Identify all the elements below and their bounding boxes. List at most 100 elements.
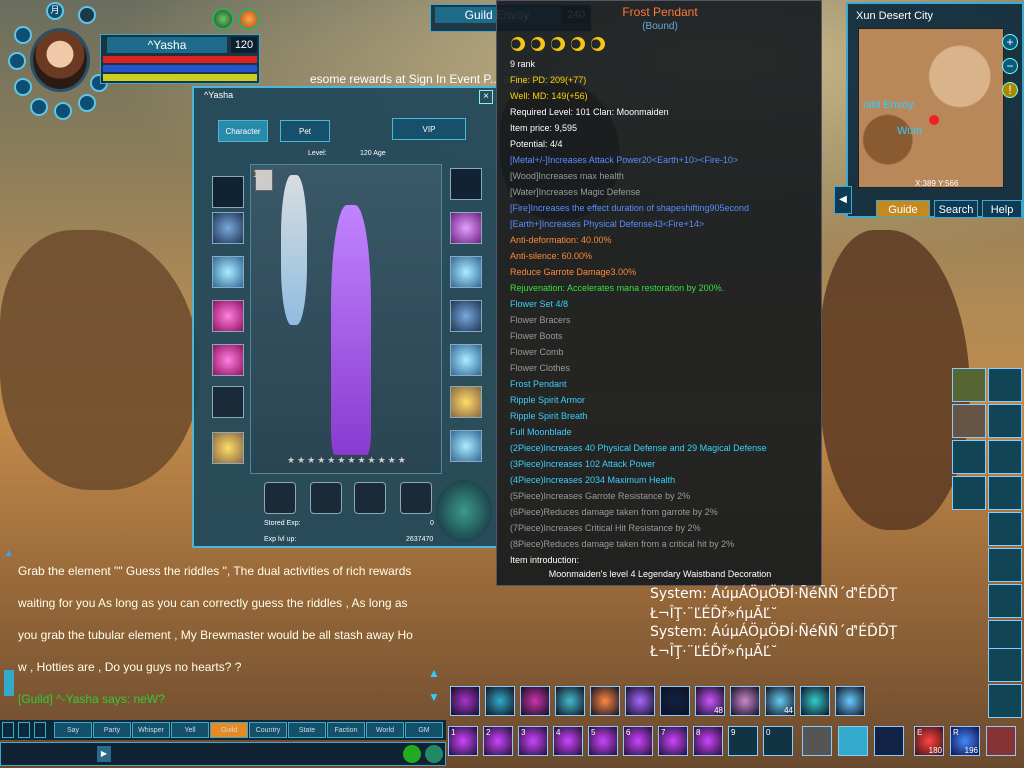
hotkey-slot[interactable]: 6	[623, 726, 653, 756]
ring-button[interactable]	[30, 98, 48, 116]
skill-slot[interactable]	[660, 686, 690, 716]
chat-menu-icon[interactable]	[18, 722, 30, 738]
sword-skill-icon[interactable]	[988, 512, 1022, 546]
chat-tab-state[interactable]: State	[288, 722, 326, 738]
tool-slot[interactable]	[874, 726, 904, 756]
hotkey-slot[interactable]: 8	[693, 726, 723, 756]
skill-slot[interactable]	[520, 686, 550, 716]
chat-tab-party[interactable]: Party	[93, 722, 131, 738]
zoom-out-icon[interactable]: −	[1002, 58, 1018, 74]
close-icon[interactable]: ×	[479, 90, 493, 104]
skill-slot[interactable]: 44	[765, 686, 795, 716]
minimap-view[interactable]: uild Envoy Wuin X:389 Y:566	[858, 28, 1004, 188]
hotkey-slot[interactable]: 7	[658, 726, 688, 756]
chat-resize-handle[interactable]	[4, 670, 14, 696]
mount-menu-icon[interactable]	[952, 440, 986, 474]
warrior-skill-icon[interactable]	[988, 548, 1022, 582]
character-model-view[interactable]: 1 ★★★★★★★★★★★★	[250, 164, 442, 474]
clan-emblem-icon[interactable]	[78, 6, 96, 24]
hotkey-slot[interactable]: 5	[588, 726, 618, 756]
equip-slot-necklace[interactable]	[212, 256, 244, 288]
ring-button[interactable]	[14, 78, 32, 96]
chat-input[interactable]: ▶	[0, 742, 446, 766]
help-button[interactable]: Help	[982, 200, 1022, 218]
bag-icon[interactable]	[988, 584, 1022, 618]
fashion-clothes-button[interactable]	[310, 482, 342, 514]
chat-tab-yell[interactable]: Yell	[171, 722, 209, 738]
skill-slot[interactable]: 48	[695, 686, 725, 716]
send-icon[interactable]	[425, 745, 443, 763]
skills-menu-icon[interactable]	[988, 404, 1022, 438]
spirit-orb-icon[interactable]	[436, 480, 492, 542]
chat-menu-icon[interactable]	[2, 722, 14, 738]
fashion-weapon-button[interactable]	[354, 482, 386, 514]
chat-tab-faction[interactable]: Faction	[327, 722, 365, 738]
hotkey-slot[interactable]: 1	[448, 726, 478, 756]
fashion-misc-button[interactable]	[400, 482, 432, 514]
chat-tab-whisper[interactable]: Whisper	[132, 722, 170, 738]
ring-button[interactable]	[54, 102, 72, 120]
hotkey-slot[interactable]: 4	[553, 726, 583, 756]
buff-icon[interactable]	[238, 8, 260, 30]
fashion-armor-button[interactable]	[264, 482, 296, 514]
equip-slot-ornament[interactable]	[450, 430, 482, 462]
tab-pet[interactable]: Pet	[280, 120, 330, 142]
tab-character[interactable]: Character	[218, 120, 268, 142]
zoom-in-icon[interactable]: +	[1002, 34, 1018, 50]
moon-god-icon[interactable]	[450, 168, 482, 200]
equip-slot-leg[interactable]	[450, 344, 482, 376]
quest-log-icon[interactable]	[988, 476, 1022, 510]
pet-menu-icon[interactable]	[952, 368, 986, 402]
item-slot[interactable]	[986, 726, 1016, 756]
emote-icon[interactable]	[403, 745, 421, 763]
bow-skill-icon[interactable]	[988, 648, 1022, 682]
friends-menu-icon[interactable]	[988, 440, 1022, 474]
equip-slot-head[interactable]	[212, 212, 244, 244]
guide-button[interactable]: Guide	[876, 200, 930, 218]
hotkey-slot[interactable]: 0	[763, 726, 793, 756]
ring-button[interactable]	[78, 94, 96, 112]
equip-slot-cape[interactable]	[212, 300, 244, 332]
search-button[interactable]: Search	[934, 200, 978, 218]
skill-slot[interactable]	[625, 686, 655, 716]
hotkey-slot[interactable]: 2	[483, 726, 513, 756]
chat-tab-guild[interactable]: Guild	[210, 722, 248, 738]
tab-vip[interactable]: VIP	[392, 118, 466, 140]
tasks-menu-icon[interactable]	[952, 476, 986, 510]
equip-slot-ring[interactable]	[450, 256, 482, 288]
chat-tab-say[interactable]: Say	[54, 722, 92, 738]
chat-tab-gm[interactable]: GM	[405, 722, 443, 738]
chat-scroll-up-icon[interactable]: ▲	[428, 666, 440, 680]
clan-icon[interactable]	[212, 176, 244, 208]
equip-slot-weapon[interactable]	[212, 432, 244, 464]
equip-slot-pendant[interactable]	[450, 300, 482, 332]
skill-slot[interactable]	[590, 686, 620, 716]
equip-slot-feet[interactable]	[450, 386, 482, 418]
skill-slot[interactable]	[555, 686, 585, 716]
moon-god-icon[interactable]: 月	[46, 2, 64, 20]
buff-icon[interactable]	[212, 8, 234, 30]
equip-slot-belt[interactable]	[212, 386, 244, 418]
ring-button[interactable]	[8, 52, 26, 70]
chat-scroll-up-icon[interactable]: ▲	[4, 548, 14, 559]
chat-menu-icon[interactable]	[34, 722, 46, 738]
ring-button[interactable]	[14, 26, 32, 44]
skill-slot[interactable]	[800, 686, 830, 716]
chat-scroll-down-icon[interactable]: ▼	[428, 690, 440, 704]
equip-slot-body[interactable]	[212, 344, 244, 376]
equip-slot-wrist[interactable]	[450, 212, 482, 244]
tool-slot[interactable]	[802, 726, 832, 756]
warning-icon[interactable]: !	[1002, 82, 1018, 98]
hotkey-slot[interactable]: 3	[518, 726, 548, 756]
skill-slot[interactable]	[730, 686, 760, 716]
skill-slot[interactable]	[835, 686, 865, 716]
skill-slot[interactable]	[485, 686, 515, 716]
potion-slot[interactable]: E 180	[914, 726, 944, 756]
hotkey-slot[interactable]: 9	[728, 726, 758, 756]
collapse-arrow-icon[interactable]: ◀	[834, 186, 852, 214]
tool-slot[interactable]	[838, 726, 868, 756]
shop-menu-icon[interactable]	[952, 404, 986, 438]
chat-tab-country[interactable]: Country	[249, 722, 287, 738]
chat-tab-world[interactable]: World	[366, 722, 404, 738]
player-portrait[interactable]	[30, 28, 90, 92]
